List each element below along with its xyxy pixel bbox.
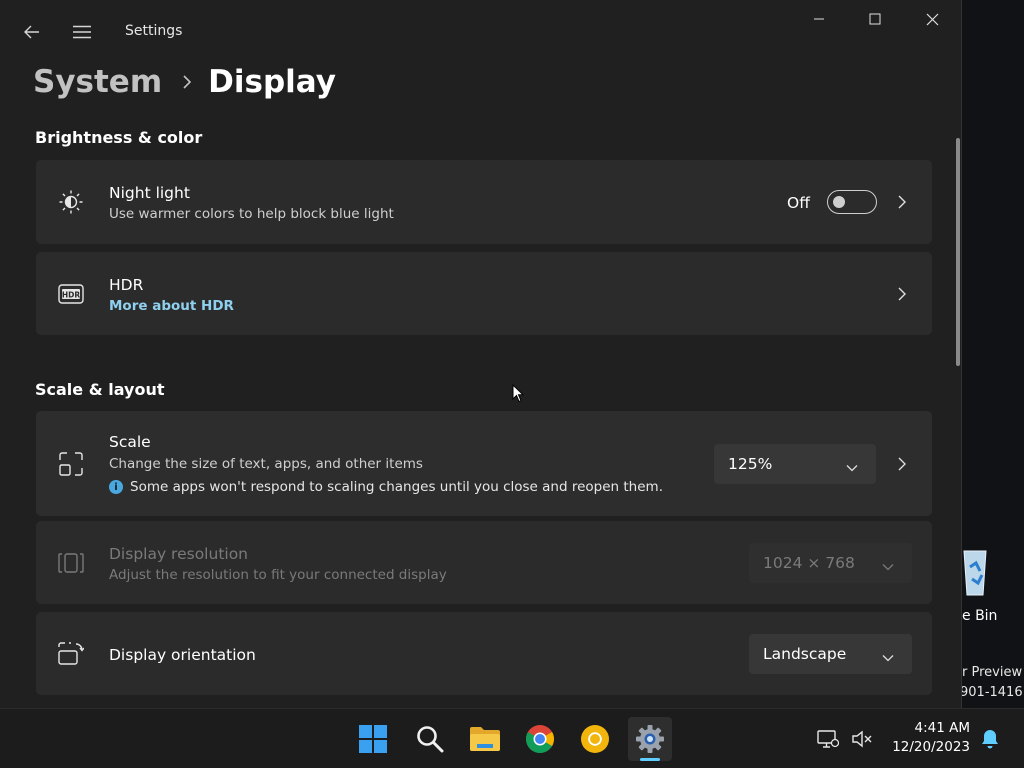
search-button[interactable] — [408, 717, 452, 761]
volume-button[interactable] — [842, 717, 882, 761]
display-resolution-title: Display resolution — [109, 545, 249, 563]
recycle-bin-label: e Bin — [962, 608, 998, 624]
resolution-dropdown: 1024 × 768 — [749, 543, 912, 583]
svg-text:HDR: HDR — [62, 290, 81, 299]
watermark-text: r Preview — [962, 665, 1023, 680]
menu-button[interactable] — [70, 20, 94, 44]
scale-card[interactable]: Scale Change the size of text, apps, and… — [36, 411, 932, 516]
section-brightness-title: Brightness & color — [35, 128, 203, 147]
chevron-right-icon — [896, 287, 908, 301]
page-title: Display — [208, 64, 336, 100]
scale-subtitle: Change the size of text, apps, and other… — [109, 456, 423, 472]
scale-icon — [58, 451, 84, 477]
desktop-background — [962, 0, 1024, 708]
toggle-knob — [833, 196, 845, 208]
mouse-cursor-icon — [512, 383, 525, 407]
settings-taskbar-button[interactable] — [628, 717, 672, 761]
settings-window: Settings System Display Brightness & col… — [0, 0, 962, 708]
resolution-value: 1024 × 768 — [763, 554, 855, 572]
chrome-canary-button[interactable] — [573, 717, 617, 761]
watermark-build: 901-1416 — [960, 685, 1023, 700]
settings-gear-icon — [636, 725, 664, 753]
volume-muted-icon — [852, 730, 872, 748]
network-icon — [817, 730, 839, 748]
more-about-hdr-link[interactable]: More about HDR — [109, 298, 234, 314]
night-light-icon — [58, 189, 84, 215]
system-clock[interactable]: 4:41 AM 12/20/2023 — [892, 719, 970, 757]
hdr-card[interactable]: HDR HDR More about HDR — [36, 252, 932, 335]
scale-dropdown[interactable]: 125% — [714, 444, 876, 484]
orientation-value: Landscape — [763, 645, 847, 663]
notification-bell-icon — [982, 730, 998, 749]
close-button[interactable] — [919, 6, 945, 32]
hdr-icon: HDR — [58, 281, 84, 307]
hamburger-icon — [73, 25, 91, 39]
section-scale-title: Scale & layout — [35, 380, 165, 399]
minimize-button[interactable] — [806, 6, 832, 32]
scale-info-text: Some apps won't respond to scaling chang… — [130, 479, 663, 495]
breadcrumb-chevron-icon — [182, 74, 192, 90]
display-orientation-title: Display orientation — [109, 646, 256, 664]
night-light-title: Night light — [109, 184, 190, 202]
active-indicator — [640, 758, 660, 761]
resolution-icon — [58, 550, 84, 576]
recycle-bin-icon[interactable] — [960, 545, 987, 597]
hdr-title: HDR — [109, 276, 144, 294]
chrome-button[interactable] — [518, 717, 562, 761]
night-light-state: Off — [787, 194, 810, 212]
chevron-down-icon — [846, 458, 858, 476]
night-light-card[interactable]: Night light Use warmer colors to help bl… — [36, 160, 932, 244]
chrome-canary-icon — [581, 725, 609, 753]
close-icon — [926, 13, 938, 25]
chevron-down-icon — [882, 557, 894, 575]
display-resolution-subtitle: Adjust the resolution to fit your connec… — [109, 567, 447, 583]
info-icon: i — [109, 480, 123, 494]
clock-date: 12/20/2023 — [892, 739, 970, 755]
start-button[interactable] — [351, 717, 395, 761]
breadcrumb-system[interactable]: System — [33, 64, 162, 100]
vertical-scrollbar[interactable] — [956, 138, 960, 366]
maximize-icon — [869, 13, 881, 25]
orientation-dropdown[interactable]: Landscape — [749, 634, 912, 674]
windows-start-icon — [359, 725, 387, 753]
taskbar: 4:41 AM 12/20/2023 — [0, 708, 1024, 768]
chevron-right-icon — [896, 195, 908, 209]
notifications-button[interactable] — [976, 717, 1004, 761]
orientation-icon — [58, 641, 84, 667]
chrome-icon — [526, 725, 554, 753]
maximize-button[interactable] — [862, 6, 888, 32]
scale-value: 125% — [728, 455, 773, 473]
title-bar: Settings — [0, 0, 961, 62]
chevron-right-icon — [896, 457, 908, 471]
scale-title: Scale — [109, 433, 151, 451]
back-button[interactable] — [20, 20, 44, 44]
night-light-toggle[interactable] — [827, 190, 877, 214]
display-resolution-card: Display resolution Adjust the resolution… — [36, 521, 932, 604]
breadcrumb: System Display — [33, 60, 336, 104]
app-title: Settings — [125, 23, 183, 39]
minimize-icon — [814, 18, 824, 20]
night-light-subtitle: Use warmer colors to help block blue lig… — [109, 206, 394, 222]
scale-info: i Some apps won't respond to scaling cha… — [109, 479, 663, 495]
back-arrow-icon — [24, 25, 39, 39]
folder-icon — [470, 727, 500, 751]
clock-time: 4:41 AM — [914, 720, 971, 736]
display-orientation-card[interactable]: Display orientation Landscape — [36, 612, 932, 695]
search-icon — [417, 726, 444, 753]
file-explorer-button[interactable] — [463, 717, 507, 761]
chevron-down-icon — [882, 648, 894, 666]
